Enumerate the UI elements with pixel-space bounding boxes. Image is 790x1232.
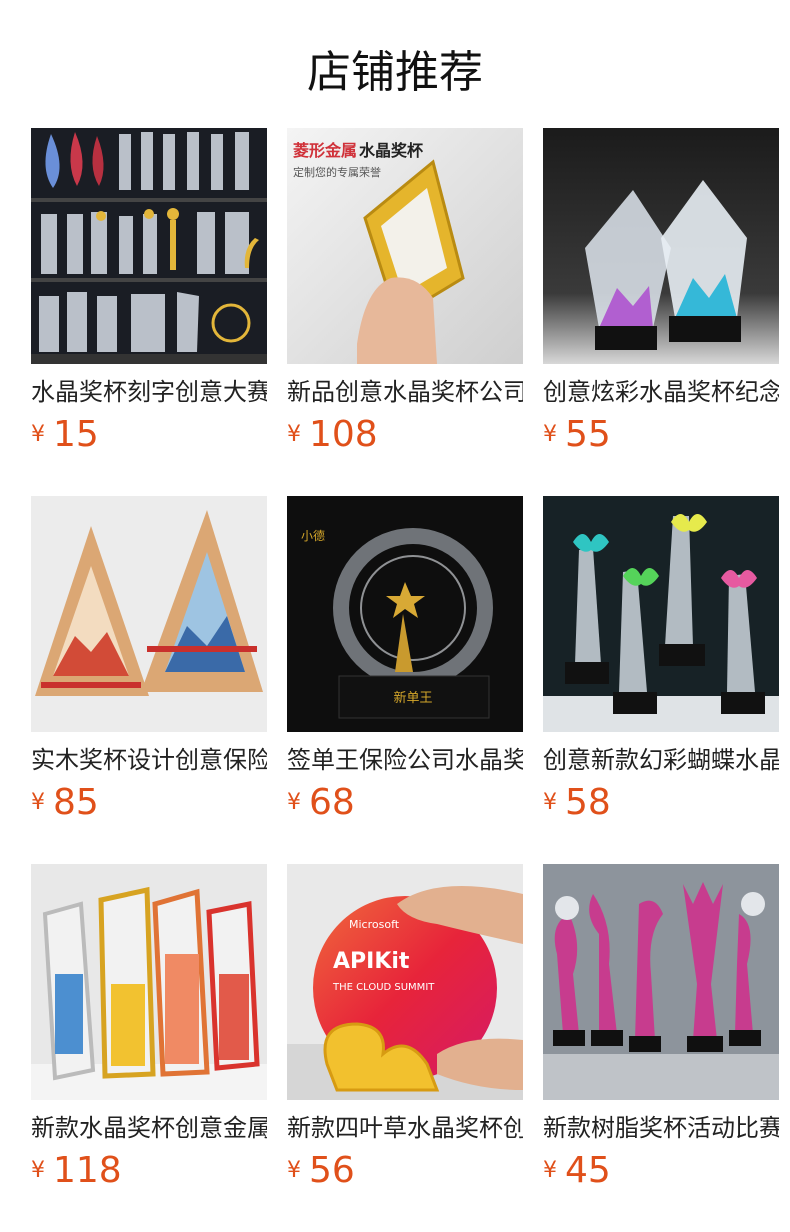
product-price: ¥68: [287, 782, 523, 823]
product-card[interactable]: 创意炫彩水晶奖杯纪念 ¥55: [543, 128, 779, 468]
price-value: 15: [53, 414, 99, 455]
product-image[interactable]: Microsoft APIKit THE CLOUD SUMMIT: [287, 864, 523, 1100]
image-subheading: 定制您的专属荣誉: [293, 165, 381, 179]
image-heading-a: 菱形金属: [293, 141, 357, 160]
currency-symbol: ¥: [287, 1158, 301, 1183]
product-card[interactable]: 水晶奖杯刻字创意大赛 ¥15: [31, 128, 267, 468]
image-subtitle: THE CLOUD SUMMIT: [332, 982, 435, 993]
product-price: ¥45: [543, 1150, 779, 1191]
product-image[interactable]: [543, 496, 779, 732]
product-name[interactable]: 签单王保险公司水晶奖: [287, 744, 523, 776]
product-card[interactable]: 小德 新单王 签单王保险公司水晶奖 ¥68: [287, 496, 523, 836]
product-card[interactable]: 新款水晶奖杯创意金属 ¥118: [31, 864, 267, 1204]
price-value: 55: [565, 414, 611, 455]
product-name[interactable]: 创意新款幻彩蝴蝶水晶: [543, 744, 779, 776]
price-value: 56: [309, 1150, 355, 1191]
product-price: ¥58: [543, 782, 779, 823]
product-name[interactable]: 水晶奖杯刻字创意大赛: [31, 376, 267, 408]
product-name[interactable]: 新款树脂奖杯活动比赛: [543, 1112, 779, 1144]
product-price: ¥55: [543, 414, 779, 455]
product-name[interactable]: 实木奖杯设计创意保险: [31, 744, 267, 776]
product-image[interactable]: 小德 新单王: [287, 496, 523, 732]
currency-symbol: ¥: [31, 790, 45, 815]
currency-symbol: ¥: [287, 790, 301, 815]
price-value: 118: [53, 1150, 122, 1191]
image-brand: 小德: [301, 528, 325, 543]
product-price: ¥108: [287, 414, 523, 455]
image-title: APIKit: [333, 949, 410, 974]
price-value: 85: [53, 782, 99, 823]
price-value: 58: [565, 782, 611, 823]
price-value: 45: [565, 1150, 611, 1191]
currency-symbol: ¥: [543, 790, 557, 815]
product-card[interactable]: 创意新款幻彩蝴蝶水晶 ¥58: [543, 496, 779, 836]
currency-symbol: ¥: [287, 422, 301, 447]
currency-symbol: ¥: [31, 1158, 45, 1183]
currency-symbol: ¥: [543, 1158, 557, 1183]
product-name[interactable]: 创意炫彩水晶奖杯纪念: [543, 376, 779, 408]
product-image[interactable]: 菱形金属 水晶奖杯 定制您的专属荣誉: [287, 128, 523, 364]
product-image[interactable]: [543, 128, 779, 364]
image-heading-b: 水晶奖杯: [359, 141, 424, 160]
price-value: 108: [309, 414, 378, 455]
product-name[interactable]: 新款四叶草水晶奖杯创: [287, 1112, 523, 1144]
product-card[interactable]: 新款树脂奖杯活动比赛 ¥45: [543, 864, 779, 1204]
image-plaque: 新单王: [393, 690, 432, 706]
product-name[interactable]: 新款水晶奖杯创意金属: [31, 1112, 267, 1144]
product-price: ¥85: [31, 782, 267, 823]
product-card[interactable]: Microsoft APIKit THE CLOUD SUMMIT 新款四叶草水…: [287, 864, 523, 1204]
product-card[interactable]: 菱形金属 水晶奖杯 定制您的专属荣誉 新品创意水晶奖杯公司 ¥108: [287, 128, 523, 468]
currency-symbol: ¥: [31, 422, 45, 447]
product-name[interactable]: 新品创意水晶奖杯公司: [287, 376, 523, 408]
image-brand: Microsoft: [349, 918, 400, 931]
page-title: 店铺推荐: [307, 47, 483, 98]
product-image[interactable]: [543, 864, 779, 1100]
product-image[interactable]: [31, 864, 267, 1100]
price-value: 68: [309, 782, 355, 823]
product-price: ¥56: [287, 1150, 523, 1191]
product-card[interactable]: 实木奖杯设计创意保险 ¥85: [31, 496, 267, 836]
product-price: ¥15: [31, 414, 267, 455]
product-price: ¥118: [31, 1150, 267, 1191]
currency-symbol: ¥: [543, 422, 557, 447]
product-image[interactable]: [31, 128, 267, 364]
product-image[interactable]: [31, 496, 267, 732]
product-grid: 水晶奖杯刻字创意大赛 ¥15 菱形金属 水晶奖杯 定制您的专属荣誉 新品创意水晶…: [31, 128, 779, 1228]
